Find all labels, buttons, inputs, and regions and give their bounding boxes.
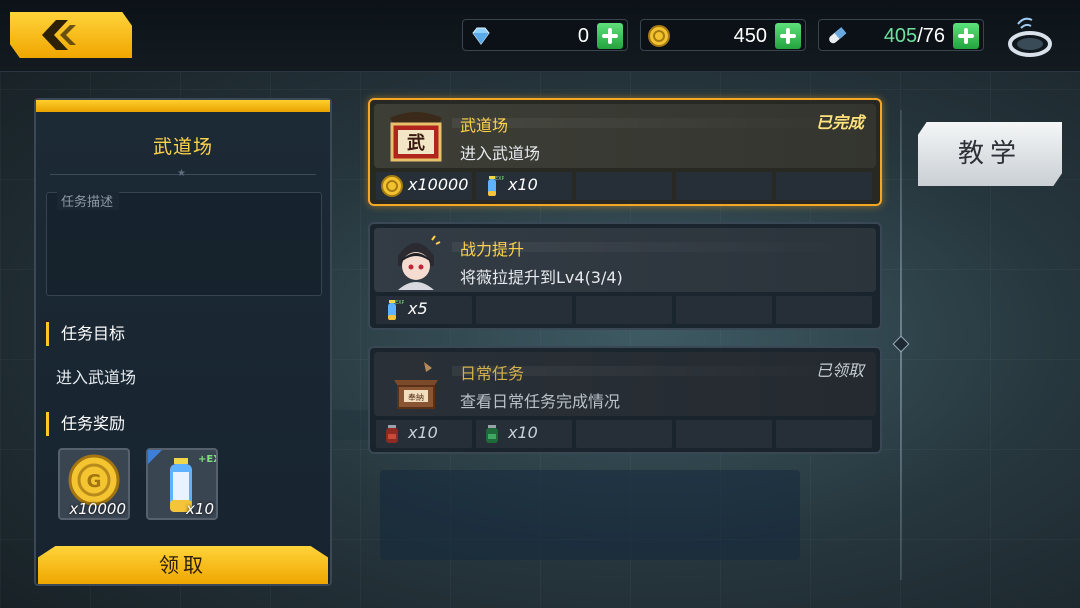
panel-top-stripe: [36, 100, 330, 112]
empty-reward-cell: [676, 420, 772, 448]
green-potion-icon: [486, 425, 498, 443]
svg-text:奉納: 奉納: [408, 392, 424, 402]
task-description: 进入武道场: [460, 144, 541, 163]
diamond-value: 0: [577, 25, 589, 47]
task-name: 战力提升: [460, 240, 525, 259]
detail-title: 武道场: [152, 136, 213, 158]
reward-qty: x10: [508, 175, 538, 194]
reward-qty: x5: [408, 299, 428, 318]
stamina-capsule-icon: [829, 27, 847, 44]
task-detail-panel: 武道场 ★ 任务描述 任务目标 进入武道场 任务奖励 G x10000 +EXP…: [34, 98, 332, 586]
claim-button[interactable]: 领取: [38, 546, 328, 584]
task-status: 已领取: [815, 361, 864, 380]
reward-qty: x10: [408, 423, 438, 442]
task-header: 武 武道场 进入武道场 已完成: [374, 104, 876, 168]
chevron-left-icon: [42, 20, 76, 50]
description-label: 任务描述: [57, 191, 120, 210]
background-structure: [380, 470, 800, 560]
reward-cell: EXP x5: [376, 296, 472, 324]
character-portrait-icon: [398, 235, 441, 290]
svg-text:EXP: EXP: [495, 176, 504, 182]
empty-reward-cell: [776, 420, 872, 448]
reward-cell: x10: [376, 420, 472, 448]
task-rewards: x10000 EXP x10: [376, 172, 878, 200]
task-rewards: x10 x10: [376, 420, 878, 448]
svg-text:+EXP: +EXP: [198, 454, 216, 465]
empty-reward-cell: [776, 296, 872, 324]
task-name: 日常任务: [460, 364, 525, 383]
reward-qty: x10000: [408, 175, 469, 194]
add-stamina-button[interactable]: [953, 23, 979, 49]
star-ornament-icon: ★: [177, 168, 186, 179]
dojo-sign-icon: 武: [390, 112, 442, 162]
reward-qty: x10: [186, 500, 214, 518]
empty-reward-cell: [576, 172, 672, 200]
empty-reward-cell: [776, 172, 872, 200]
communicator-ring-icon[interactable]: [1004, 10, 1056, 62]
task-card-dojo[interactable]: 武 武道场 进入武道场 已完成 x10000 EXP x10: [368, 98, 882, 206]
gold-coin-icon: [381, 175, 403, 197]
reward-cell: x10000: [376, 172, 472, 200]
gold-value: 450: [733, 25, 767, 47]
donation-box-icon: 奉納: [394, 362, 438, 409]
reward-qty: x10000: [69, 500, 126, 518]
task-description: 将薇拉提升到Lv4(3/4): [460, 268, 623, 287]
reward-cell: EXP x10: [476, 172, 572, 200]
svg-text:EXP: EXP: [395, 300, 404, 306]
top-bar: 0 450 405/76: [0, 0, 1080, 72]
add-gold-button[interactable]: [775, 23, 801, 49]
reward-slot-gold[interactable]: G x10000: [58, 448, 130, 520]
empty-reward-cell: [476, 296, 572, 324]
diamond-counter: 0: [462, 19, 628, 51]
exp-drink-icon: EXP: [488, 176, 504, 196]
stamina-value: 405/76: [883, 25, 945, 47]
goal-text: 进入武道场: [56, 368, 137, 387]
task-card-power-up[interactable]: 战力提升 将薇拉提升到Lv4(3/4) EXP x5: [368, 222, 882, 330]
tutorial-button[interactable]: 教学: [918, 122, 1062, 186]
svg-text:武: 武: [407, 133, 425, 154]
red-potion-icon: [386, 425, 398, 443]
task-header: 战力提升 将薇拉提升到Lv4(3/4): [374, 228, 876, 292]
add-diamond-button[interactable]: [597, 23, 623, 49]
task-name: 武道场: [460, 116, 509, 135]
gold-coin-icon: [648, 25, 670, 47]
task-rewards: EXP x5: [376, 296, 878, 324]
back-button[interactable]: [10, 12, 132, 58]
task-header: 奉納 日常任务 查看日常任务完成情况 已领取: [374, 352, 876, 416]
empty-reward-cell: [576, 296, 672, 324]
reward-heading: 任务奖励: [46, 412, 125, 436]
reward-qty: x10: [508, 423, 538, 442]
reward-cell: x10: [476, 420, 572, 448]
goal-heading: 任务目标: [46, 322, 125, 346]
stamina-counter: 405/76: [818, 19, 984, 51]
task-card-daily[interactable]: 奉納 日常任务 查看日常任务完成情况 已领取 x10 x10: [368, 346, 882, 454]
task-description-box: 任务描述: [46, 191, 322, 296]
empty-reward-cell: [676, 172, 772, 200]
diamond-icon: [472, 27, 490, 45]
task-description: 查看日常任务完成情况: [460, 392, 621, 411]
gold-counter: 450: [640, 19, 806, 51]
task-status: 已完成: [815, 113, 864, 132]
exp-drink-icon: EXP: [388, 300, 404, 320]
empty-reward-cell: [676, 296, 772, 324]
svg-text:G: G: [87, 471, 102, 492]
reward-slot-exp[interactable]: +EXP x10: [146, 448, 228, 520]
empty-reward-cell: [576, 420, 672, 448]
